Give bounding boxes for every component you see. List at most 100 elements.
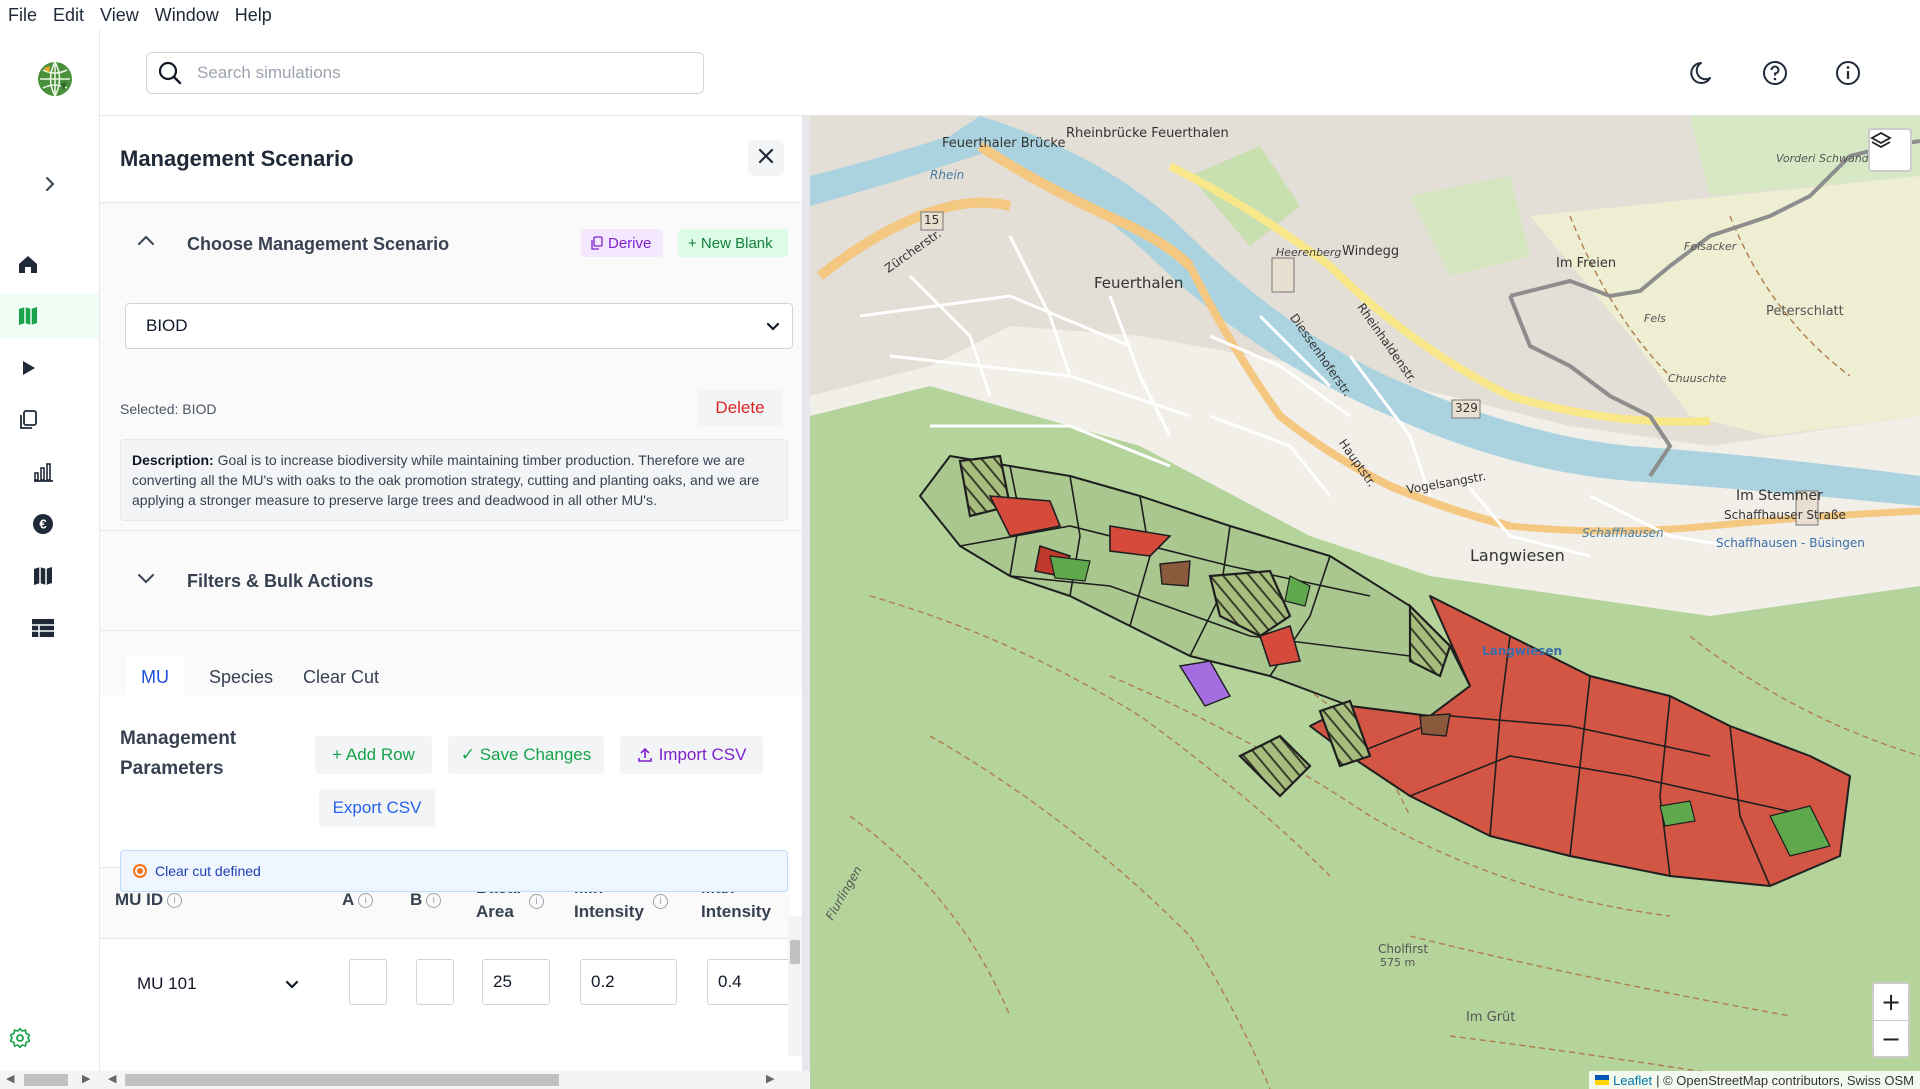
close-panel-button[interactable]: [748, 140, 784, 176]
map-view[interactable]: Feuerthaler Brücke Rheinbrücke Feuerthal…: [810, 116, 1920, 1089]
search-input[interactable]: [195, 62, 679, 84]
th-max-intensity-line2: Intensity: [701, 902, 771, 921]
expand-sidebar-button[interactable]: [0, 162, 99, 206]
chevron-down-icon: [764, 317, 782, 340]
description-label: Description:: [132, 452, 214, 468]
collapse-choose-button[interactable]: [134, 231, 158, 255]
params-title: Management Parameters: [120, 724, 236, 784]
scenario-select[interactable]: BIOD: [125, 303, 793, 349]
params-title-line2: Parameters: [120, 758, 224, 779]
label-road-329: 329: [1455, 401, 1478, 415]
choose-scenario-section: Choose Management Scenario Derive + New …: [100, 203, 802, 531]
zoom-out-button[interactable]: −: [1874, 1021, 1908, 1057]
nav-costs[interactable]: €: [8, 502, 107, 546]
label-cholfirst: Cholfirst: [1378, 942, 1429, 956]
settings-button[interactable]: [0, 1016, 69, 1060]
label-im-grut: Im Grüt: [1466, 1010, 1516, 1025]
label-windegg: Windegg: [1342, 244, 1400, 259]
mu-table: MU IDi Ai Bi Basal Area i Min Intensity …: [100, 867, 802, 1071]
nav-maps[interactable]: [8, 554, 107, 598]
panel-resize-handle[interactable]: [802, 116, 810, 1089]
search-icon: [157, 60, 183, 86]
a-input[interactable]: [349, 959, 387, 1005]
label-cholfirst-elev: 575 m: [1380, 956, 1416, 969]
tab-species[interactable]: Species: [203, 655, 279, 699]
nav-home[interactable]: [0, 242, 77, 286]
tab-mu[interactable]: MU: [126, 655, 184, 699]
export-csv-button[interactable]: Export CSV: [319, 789, 435, 827]
menu-view[interactable]: View: [92, 5, 147, 26]
search-box[interactable]: [146, 52, 704, 94]
filters-title: Filters & Bulk Actions: [187, 571, 374, 591]
zoom-in-button[interactable]: +: [1874, 984, 1908, 1021]
info-icon[interactable]: i: [529, 894, 544, 909]
params-title-line1: Management: [120, 728, 237, 749]
add-row-button[interactable]: + Add Row: [315, 736, 432, 774]
min-intensity-input[interactable]: 0.2: [580, 959, 677, 1005]
chevron-down-icon: [283, 980, 301, 997]
nav-run[interactable]: [0, 346, 77, 390]
map-icon: [17, 305, 39, 327]
info-icon[interactable]: i: [426, 893, 442, 909]
expand-filters-button[interactable]: [134, 568, 158, 592]
management-scenario-panel: Management Scenario Choose Management Sc…: [100, 116, 802, 1071]
label-felsacker: Felsacker: [1684, 240, 1737, 253]
label-feuerthaler-brucke: Feuerthaler Brücke: [942, 136, 1066, 151]
menu-file[interactable]: File: [0, 5, 45, 26]
label-heerenberg: Heerenberg: [1276, 246, 1342, 259]
chevron-up-icon: [136, 231, 156, 256]
th-min-intensity-line2: Intensity: [574, 902, 644, 921]
info-icon[interactable]: i: [653, 894, 668, 909]
label-schaffhausen: Schaffhausen: [1582, 526, 1664, 540]
dark-mode-button[interactable]: [1689, 60, 1719, 90]
nav-copy[interactable]: [0, 398, 77, 442]
flag-icon: [1595, 1075, 1610, 1085]
delete-scenario-button[interactable]: Delete: [697, 390, 783, 426]
play-icon: [18, 358, 38, 378]
settings-icon: [9, 1027, 31, 1049]
save-changes-button[interactable]: ✓ Save Changes: [448, 736, 604, 774]
label-langwiesen-station: Langwiesen: [1482, 644, 1563, 658]
label-road-15: 15: [924, 213, 940, 227]
help-button[interactable]: [1760, 60, 1790, 90]
svg-text:€: €: [39, 517, 46, 532]
tab-clear-cut[interactable]: Clear Cut: [296, 655, 386, 699]
b-input[interactable]: [416, 959, 454, 1005]
scenario-select-value: BIOD: [146, 316, 188, 335]
menu-window[interactable]: Window: [147, 5, 227, 26]
management-parameters: Management Parameters: [100, 696, 802, 866]
panel-vertical-scrollbar[interactable]: [788, 916, 802, 1056]
panel-horizontal-scrollbar[interactable]: ◀ ▶ ◀ ▶: [0, 1071, 810, 1089]
nav-table[interactable]: [8, 606, 107, 650]
menu-edit[interactable]: Edit: [45, 5, 92, 26]
label-im-freien: Im Freien: [1556, 256, 1617, 271]
import-csv-label: Import CSV: [658, 745, 747, 764]
info-icon[interactable]: i: [358, 893, 374, 909]
new-blank-button[interactable]: + New Blank: [678, 229, 788, 257]
label-im-stemmer: Im Stemmer: [1736, 488, 1823, 504]
basal-area-input[interactable]: 25: [482, 959, 550, 1005]
menu-help[interactable]: Help: [227, 5, 280, 26]
info-icon[interactable]: i: [167, 893, 183, 909]
globe-logo[interactable]: [36, 60, 74, 98]
row-expand-button[interactable]: [283, 975, 301, 998]
info-icon: [1834, 59, 1862, 92]
nav-charts[interactable]: [8, 450, 107, 494]
description-text: Goal is to increase biodiversity while m…: [132, 452, 760, 508]
label-rhein-west: Rhein: [930, 168, 965, 182]
close-icon: [757, 147, 775, 170]
copy-small-icon: [591, 236, 603, 250]
layers-button[interactable]: [1868, 128, 1912, 172]
leaflet-link[interactable]: Leaflet: [1613, 1073, 1652, 1088]
label-vorderi-schwandi: Vorderi Schwandi: [1776, 152, 1872, 165]
label-schaffhausen-busingen: Schaffhausen - Büsingen: [1716, 536, 1865, 550]
about-button[interactable]: [1833, 60, 1863, 90]
label-schaffhauser-strasse: Schaffhauser Straße: [1724, 508, 1846, 522]
moon-icon: [1690, 59, 1718, 92]
nav-map[interactable]: [0, 294, 99, 338]
bar-chart-icon: [31, 461, 55, 483]
derive-button[interactable]: Derive: [581, 229, 663, 257]
label-peterschlatt: Peterschlatt: [1766, 304, 1844, 319]
import-csv-button[interactable]: Import CSV: [620, 736, 763, 774]
chevron-right-icon: [40, 174, 60, 194]
